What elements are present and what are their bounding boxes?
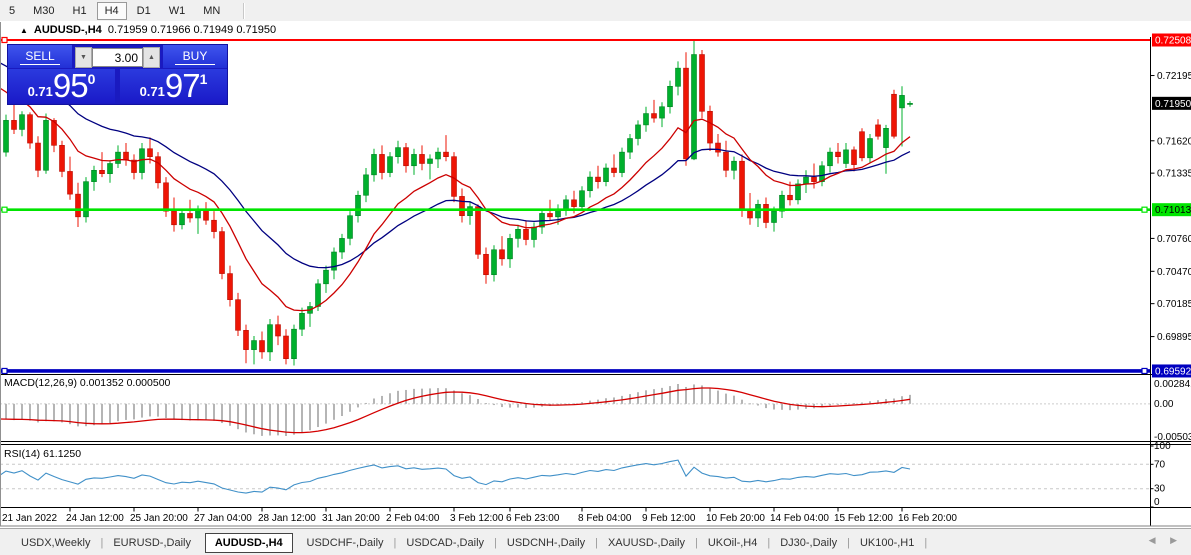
svg-text:28 Jan 12:00: 28 Jan 12:00	[258, 513, 316, 524]
svg-text:100: 100	[1154, 441, 1171, 452]
svg-text:0.71620: 0.71620	[1157, 136, 1191, 147]
period-button-5[interactable]: 5	[1, 3, 23, 19]
tab-dj30-daily[interactable]: DJ30-,Daily	[771, 533, 846, 553]
svg-text:25 Jan 20:00: 25 Jan 20:00	[130, 513, 188, 524]
svg-text:0.71013: 0.71013	[1155, 205, 1191, 216]
period-button-W1[interactable]: W1	[161, 3, 194, 19]
symbol-marker-icon: ▲	[20, 26, 28, 35]
sell-button[interactable]: SELL	[8, 45, 72, 68]
svg-text:0.00: 0.00	[1154, 399, 1174, 410]
svg-text:0.69895: 0.69895	[1157, 332, 1191, 343]
tab-divider: |	[494, 537, 497, 549]
svg-text:21 Jan 2022: 21 Jan 2022	[2, 513, 57, 524]
volume-increase-button[interactable]: ▲	[143, 47, 160, 68]
svg-text:0.70185: 0.70185	[1157, 299, 1191, 310]
tab-divider: |	[767, 537, 770, 549]
svg-text:0.002841: 0.002841	[1154, 379, 1191, 390]
period-button-H4[interactable]: H4	[97, 2, 127, 20]
svg-text:0.70760: 0.70760	[1157, 234, 1191, 245]
tab-ukoil-h4[interactable]: UKOil-,H4	[699, 533, 767, 553]
svg-text:0.72195: 0.72195	[1157, 71, 1191, 82]
svg-text:27 Jan 04:00: 27 Jan 04:00	[194, 513, 252, 524]
tab-usdcad-daily[interactable]: USDCAD-,Daily	[397, 533, 493, 553]
mt4-window: 5M30H1H4D1W1MN ▲ AUDUSD-,H4 0.71959 0.719…	[0, 0, 1191, 555]
tab-divider: |	[695, 537, 698, 549]
period-button-H1[interactable]: H1	[65, 3, 95, 19]
period-button-M30[interactable]: M30	[25, 3, 62, 19]
symbol-tab-bar: USDX,Weekly|EURUSD-,Daily|AUDUSD-,H4|USD…	[0, 528, 1191, 555]
one-click-trading-panel: SELL ▼ 3.00 ▲ BUY 0.71950 0.71971	[8, 45, 227, 104]
tab-divider: |	[924, 537, 927, 549]
chart-symbol-label: AUDUSD-,H4	[34, 24, 102, 36]
toolbar-separator	[243, 3, 245, 19]
tabs-scroll-right-icon[interactable]: ▶	[1170, 535, 1177, 545]
svg-text:6 Feb 23:00: 6 Feb 23:00	[506, 513, 560, 524]
chart-ohlc-values: 0.71959 0.71966 0.71949 0.71950	[108, 24, 276, 36]
tabs-scroll-left-icon[interactable]: ◀	[1149, 535, 1156, 545]
svg-text:30: 30	[1154, 484, 1166, 495]
tab-eurusd-daily[interactable]: EURUSD-,Daily	[104, 533, 200, 553]
period-button-D1[interactable]: D1	[129, 3, 159, 19]
tab-divider: |	[100, 537, 103, 549]
svg-text:16 Feb 20:00: 16 Feb 20:00	[898, 513, 957, 524]
svg-text:0: 0	[1154, 497, 1160, 508]
timeframe-toolbar: 5M30H1H4D1W1MN	[0, 0, 1191, 22]
volume-decrease-button[interactable]: ▼	[75, 47, 92, 68]
tab-divider: |	[847, 537, 850, 549]
period-button-MN[interactable]: MN	[195, 3, 228, 19]
sell-button-label: SELL	[25, 49, 54, 63]
rsi-indicator-label: RSI(14) 61.1250	[4, 448, 81, 460]
bid-price-display[interactable]: 0.71950	[8, 69, 115, 103]
svg-text:0.69592: 0.69592	[1155, 366, 1191, 377]
svg-text:70: 70	[1154, 459, 1166, 470]
tab-uk100-h1[interactable]: UK100-,H1	[851, 533, 923, 553]
svg-text:2 Feb 04:00: 2 Feb 04:00	[386, 513, 440, 524]
svg-text:3 Feb 12:00: 3 Feb 12:00	[450, 513, 504, 524]
svg-text:0.72508: 0.72508	[1155, 36, 1191, 47]
ask-price-display[interactable]: 0.71971	[120, 69, 227, 103]
volume-input[interactable]: 3.00	[92, 48, 143, 67]
svg-text:14 Feb 04:00: 14 Feb 04:00	[770, 513, 829, 524]
tab-usdchf-daily[interactable]: USDCHF-,Daily	[298, 533, 393, 553]
svg-text:31 Jan 20:00: 31 Jan 20:00	[322, 513, 380, 524]
macd-indicator-label: MACD(12,26,9) 0.001352 0.000500	[4, 377, 170, 389]
svg-text:0.71950: 0.71950	[1155, 99, 1191, 110]
svg-text:0.70470: 0.70470	[1157, 267, 1191, 278]
chart-title: ▲ AUDUSD-,H4 0.71959 0.71966 0.71949 0.71…	[20, 24, 276, 38]
svg-text:0.71335: 0.71335	[1157, 169, 1191, 180]
svg-text:8 Feb 04:00: 8 Feb 04:00	[578, 513, 632, 524]
buy-button-label: BUY	[183, 49, 208, 63]
svg-text:10 Feb 20:00: 10 Feb 20:00	[706, 513, 765, 524]
tab-divider: |	[394, 537, 397, 549]
svg-text:15 Feb 12:00: 15 Feb 12:00	[834, 513, 893, 524]
tab-audusd-h4[interactable]: AUDUSD-,H4	[205, 533, 293, 553]
tab-usdcnh-daily[interactable]: USDCNH-,Daily	[498, 533, 594, 553]
tab-xauusd-daily[interactable]: XAUUSD-,Daily	[599, 533, 694, 553]
svg-text:9 Feb 12:00: 9 Feb 12:00	[642, 513, 696, 524]
chart-window[interactable]: ▲ AUDUSD-,H4 0.71959 0.71966 0.71949 0.71…	[0, 21, 1191, 528]
svg-text:24 Jan 12:00: 24 Jan 12:00	[66, 513, 124, 524]
buy-button[interactable]: BUY	[163, 45, 227, 68]
tab-divider: |	[595, 537, 598, 549]
tab-usdx-weekly[interactable]: USDX,Weekly	[12, 533, 99, 553]
